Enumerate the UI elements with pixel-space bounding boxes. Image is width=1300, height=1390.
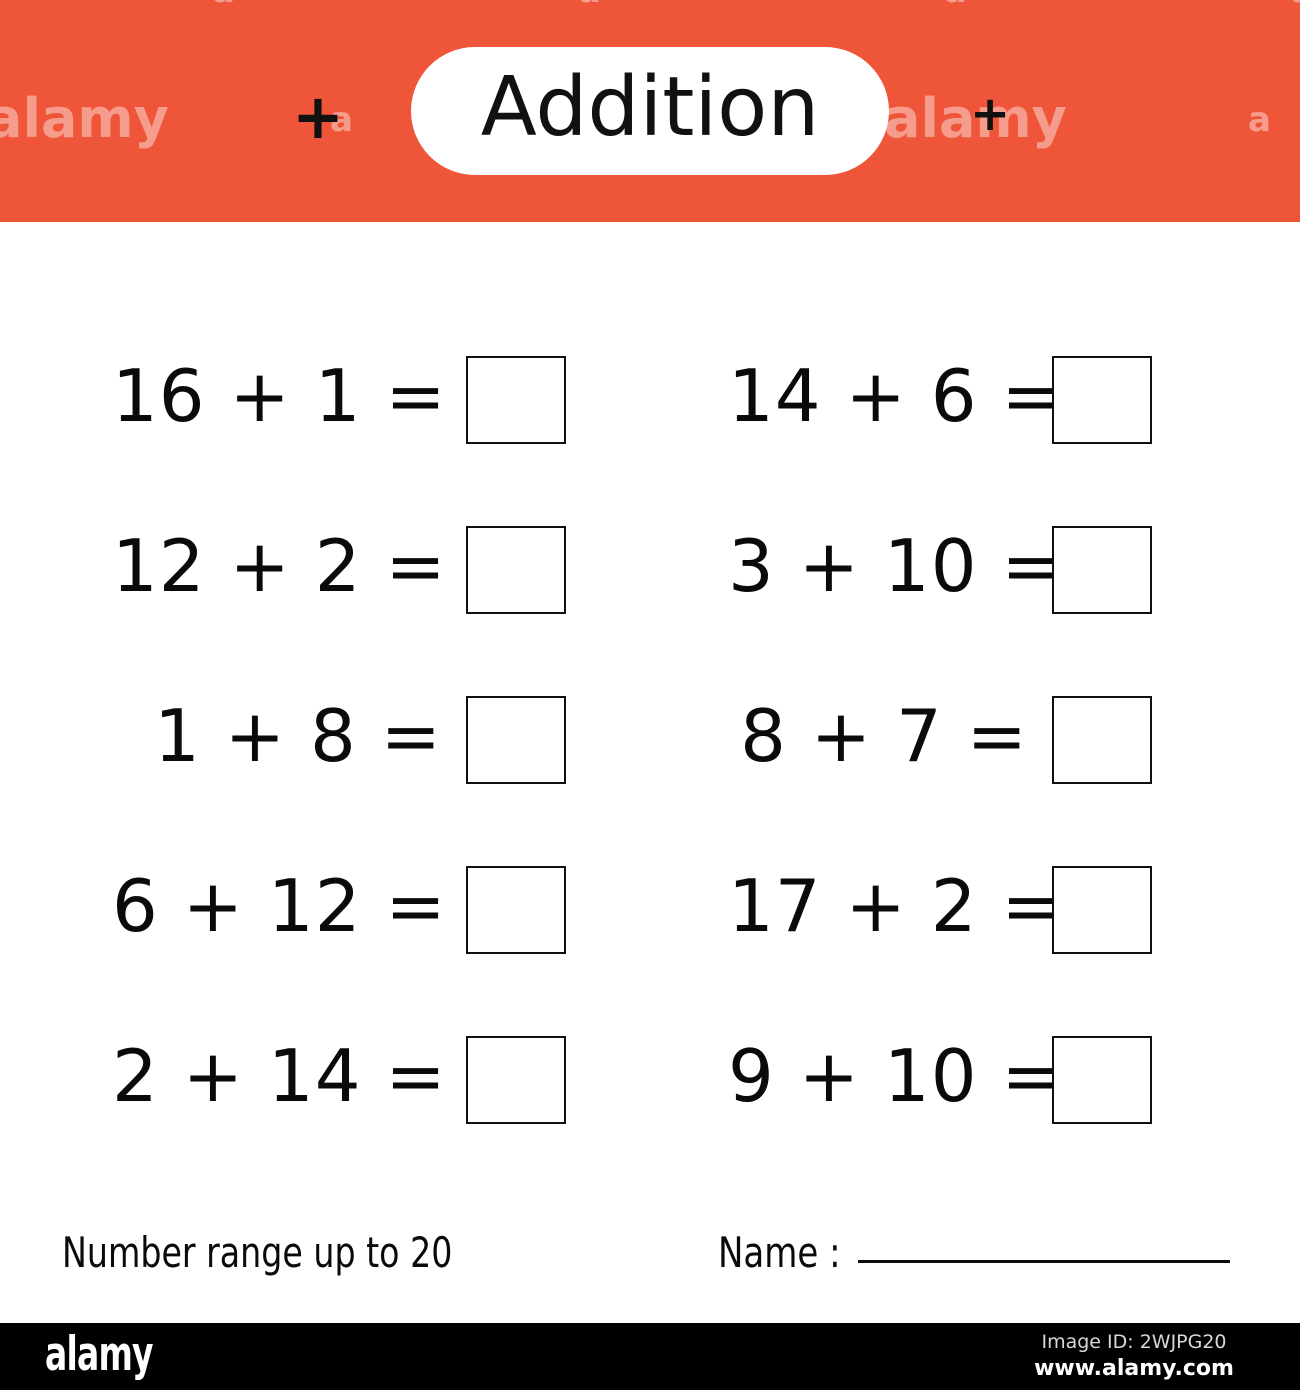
name-field: Name : <box>718 1228 1231 1277</box>
attribution-meta: Image ID: 2WJPG20 www.alamy.com <box>984 1331 1284 1382</box>
problem-row: 12 + 2 = <box>112 520 566 620</box>
number-range-note: Number range up to 20 <box>62 1228 453 1277</box>
plus-sign-icon: + <box>292 80 344 153</box>
problem-row: 14 + 6 = <box>728 350 1152 450</box>
answer-box[interactable] <box>466 1036 566 1124</box>
problem-expression: 2 + 14 = <box>112 1034 447 1118</box>
watermark-text: a <box>578 0 601 8</box>
watermark-text: alamy <box>0 87 169 150</box>
problem-row: 3 + 10 = <box>728 520 1152 620</box>
alamy-logo: alamy <box>45 1327 154 1382</box>
header-band: a a a a alamy a alamy a + + Addition <box>0 0 1300 222</box>
watermark-text: a <box>1248 100 1271 140</box>
watermark-text: a <box>212 0 235 8</box>
page-title: Addition <box>480 60 820 155</box>
problem-expression: 14 + 6 = <box>728 354 1063 438</box>
image-id-label: Image ID: 2WJPG20 <box>1041 1331 1227 1353</box>
plus-sign-icon: + <box>970 86 1011 142</box>
answer-box[interactable] <box>1052 1036 1152 1124</box>
problem-expression: 8 + 7 = <box>740 694 1028 778</box>
attribution-bar: alamy Image ID: 2WJPG20 www.alamy.com <box>0 1323 1300 1390</box>
answer-box[interactable] <box>466 526 566 614</box>
problem-row: 6 + 12 = <box>112 860 566 960</box>
problem-row: 8 + 7 = <box>728 690 1152 790</box>
problem-row: 1 + 8 = <box>112 690 566 790</box>
watermark-text: a <box>1290 0 1300 8</box>
answer-box[interactable] <box>1052 866 1152 954</box>
problem-expression: 6 + 12 = <box>112 864 447 948</box>
watermark-text: a <box>944 0 967 8</box>
answer-box[interactable] <box>466 866 566 954</box>
answer-box[interactable] <box>1052 356 1152 444</box>
answer-box[interactable] <box>466 356 566 444</box>
problem-row: 16 + 1 = <box>112 350 566 450</box>
problem-row: 17 + 2 = <box>728 860 1152 960</box>
problem-expression: 17 + 2 = <box>728 864 1063 948</box>
problem-expression: 1 + 8 = <box>154 694 442 778</box>
name-label: Name : <box>718 1228 841 1277</box>
answer-box[interactable] <box>1052 696 1152 784</box>
worksheet-body: 16 + 1 = 12 + 2 = 1 + 8 = 6 + 12 = 2 + 1… <box>0 222 1300 1323</box>
problem-expression: 3 + 10 = <box>728 524 1063 608</box>
problem-expression: 16 + 1 = <box>112 354 447 438</box>
answer-box[interactable] <box>1052 526 1152 614</box>
problem-expression: 9 + 10 = <box>728 1034 1063 1118</box>
problem-row: 9 + 10 = <box>728 1030 1152 1130</box>
problem-expression: 12 + 2 = <box>112 524 447 608</box>
problem-row: 2 + 14 = <box>112 1030 566 1130</box>
title-pill: Addition <box>411 47 889 175</box>
name-input-line[interactable] <box>858 1260 1231 1263</box>
answer-box[interactable] <box>466 696 566 784</box>
alamy-url-label: www.alamy.com <box>1034 1355 1234 1381</box>
